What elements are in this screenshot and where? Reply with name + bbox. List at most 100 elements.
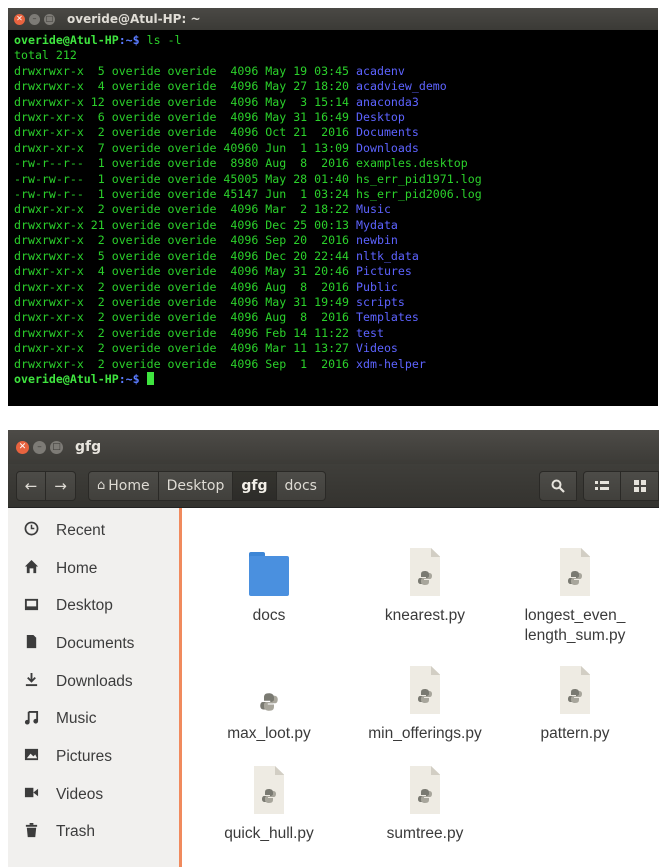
listing-entry-name: test xyxy=(356,325,384,340)
sidebar-item-downloads[interactable]: Downloads xyxy=(8,663,179,701)
listing-entry-name: Mydata xyxy=(356,217,398,232)
listing-meta: drwxr-xr-x 2 overide overide 4096 Aug 8 … xyxy=(14,310,357,325)
grid-view-button[interactable] xyxy=(621,470,659,501)
listing-meta: -rw-r--r-- 1 overide overide 8980 Aug 8 … xyxy=(14,156,357,171)
listing-row: drwxr-xr-x 4 overide overide 4096 May 31… xyxy=(14,264,658,279)
sidebar-item-label: Music xyxy=(56,710,97,728)
file-manager-window[interactable]: ✕ – □ gfg ← → ⌂ Home Desktop gfg docs Re… xyxy=(8,430,659,867)
listing-entry-name: nltk_data xyxy=(356,248,419,263)
maximize-icon[interactable]: □ xyxy=(50,440,63,454)
prompt-path: :~$ xyxy=(118,371,140,386)
close-icon[interactable]: ✕ xyxy=(14,13,25,25)
picture-icon xyxy=(20,747,42,766)
listing-entry-name: acadenv xyxy=(356,63,405,78)
document-icon xyxy=(20,634,42,653)
sidebar-item-trash[interactable]: Trash xyxy=(8,814,179,852)
toolbar-right xyxy=(539,470,659,501)
listing-row: drwxr-xr-x 7 overide overide 40960 Jun 1… xyxy=(14,141,658,156)
breadcrumb-desktop[interactable]: Desktop xyxy=(158,470,234,501)
listing-row: drwxr-xr-x 2 overide overide 4096 Mar 11… xyxy=(14,341,658,356)
close-icon[interactable]: ✕ xyxy=(16,440,29,454)
search-icon xyxy=(551,479,565,493)
file-item-docs[interactable]: docs xyxy=(194,536,344,626)
listing-row: drwxr-xr-x 2 overide overide 4096 Aug 8 … xyxy=(14,280,658,295)
file-name: min_offerings.py xyxy=(368,725,482,742)
sidebar-item-desktop[interactable]: Desktop xyxy=(8,587,179,625)
file-name: knearest.py xyxy=(384,607,466,624)
file-grid: docs knearest.py longest_even_ length_su… xyxy=(182,508,659,867)
desktop-icon xyxy=(20,597,42,616)
forward-button[interactable]: → xyxy=(46,470,76,501)
python-file-icon xyxy=(350,654,500,714)
sidebar-item-pictures[interactable]: Pictures xyxy=(8,738,179,776)
file-name: sumtree.py xyxy=(386,825,464,842)
listing-entry-name: Downloads xyxy=(356,140,419,155)
python-file-icon xyxy=(350,536,500,596)
prompt-user: overide@Atul-HP xyxy=(14,33,119,47)
grid-view-icon xyxy=(633,479,646,492)
listing-row: drwxr-xr-x 2 overide overide 4096 Aug 8 … xyxy=(14,310,658,325)
file-manager-body: Recent Home Desktop Documents Downloads … xyxy=(8,508,659,867)
back-button[interactable]: ← xyxy=(16,470,46,501)
search-button[interactable] xyxy=(539,470,577,501)
listing-meta: drwxrwxr-x 2 overide overide 4096 May 31… xyxy=(14,294,357,309)
sidebar-item-recent[interactable]: Recent xyxy=(8,512,179,550)
cursor xyxy=(146,371,154,385)
terminal-window[interactable]: ✕ – □ overide@Atul-HP: ~ overide@Atul-HP… xyxy=(8,8,658,406)
minimize-icon[interactable]: – xyxy=(33,440,46,454)
breadcrumb-home[interactable]: ⌂ Home xyxy=(88,470,159,501)
file-item-quick-hull[interactable]: quick_hull.py xyxy=(194,754,344,844)
listing-row: drwxr-xr-x 2 overide overide 4096 Mar 2 … xyxy=(14,202,658,217)
toolbar: ← → ⌂ Home Desktop gfg docs xyxy=(8,464,659,508)
listing-meta: drwxr-xr-x 6 overide overide 4096 May 31… xyxy=(14,110,357,125)
sidebar-item-home[interactable]: Home xyxy=(8,550,179,588)
home-icon: ⌂ xyxy=(97,478,106,493)
maximize-icon[interactable]: □ xyxy=(44,13,55,25)
file-item-max-loot[interactable]: max_loot.py xyxy=(194,654,344,744)
python-file-icon xyxy=(194,654,344,714)
file-item-longest-even-length-sum[interactable]: longest_even_ length_sum.py xyxy=(500,536,650,646)
file-item-min-offerings[interactable]: min_offerings.py xyxy=(350,654,500,744)
sidebar-item-music[interactable]: Music xyxy=(8,700,179,738)
prompt-user: overide@Atul-HP xyxy=(14,371,119,386)
terminal-output[interactable]: overide@Atul-HP:~$ ls -l total 212 drwxrwx… xyxy=(8,30,658,387)
minimize-icon[interactable]: – xyxy=(29,13,40,25)
sidebar-item-videos[interactable]: Videos xyxy=(8,776,179,814)
listing-row: drwxrwxr-x 5 overide overide 4096 Dec 20… xyxy=(14,249,658,264)
file-name: pattern.py xyxy=(540,725,610,742)
terminal-titlebar[interactable]: ✕ – □ overide@Atul-HP: ~ xyxy=(8,8,658,30)
listing-row: -rw-r--r-- 1 overide overide 8980 Aug 8 … xyxy=(14,156,658,171)
listing-meta: drwxrwxr-x 2 overide overide 4096 Sep 1 … xyxy=(14,356,357,371)
file-item-sumtree[interactable]: sumtree.py xyxy=(350,754,500,844)
download-icon xyxy=(20,672,42,691)
listing-meta: drwxrwxr-x 4 overide overide 4096 May 27… xyxy=(14,79,357,94)
breadcrumb-docs[interactable]: docs xyxy=(276,470,326,501)
breadcrumb-label: gfg xyxy=(241,477,268,494)
listing-meta: -rw-rw-r-- 1 overide overide 45147 Jun 1… xyxy=(14,187,357,202)
video-icon xyxy=(20,785,42,804)
command-line: overide@Atul-HP:~$ ls -l xyxy=(14,33,658,48)
listing-entry-name: Public xyxy=(356,279,398,294)
listing-row: -rw-rw-r-- 1 overide overide 45147 Jun 1… xyxy=(14,187,658,202)
breadcrumb-gfg[interactable]: gfg xyxy=(233,470,277,501)
sidebar-item-label: Pictures xyxy=(56,747,112,765)
file-item-knearest[interactable]: knearest.py xyxy=(350,536,500,626)
file-item-pattern[interactable]: pattern.py xyxy=(500,654,650,744)
clock-icon xyxy=(20,521,42,540)
folder-icon xyxy=(194,536,344,596)
listing-row: -rw-rw-r-- 1 overide overide 45005 May 2… xyxy=(14,172,658,187)
listing-entry-name: hs_err_pid2006.log xyxy=(356,187,482,202)
listing-row: drwxr-xr-x 6 overide overide 4096 May 31… xyxy=(14,110,658,125)
sidebar-item-documents[interactable]: Documents xyxy=(8,625,179,663)
breadcrumb: ⌂ Home Desktop gfg docs xyxy=(88,470,326,501)
sidebar-item-label: Documents xyxy=(56,634,135,652)
listing-entry-name: Desktop xyxy=(356,110,405,125)
listing-entry-name: Videos xyxy=(356,341,398,356)
sidebar: Recent Home Desktop Documents Downloads … xyxy=(8,508,182,867)
list-view-button[interactable] xyxy=(583,470,621,501)
breadcrumb-label: Home xyxy=(108,477,150,494)
listing-entry-name: acadview_demo xyxy=(356,79,447,94)
file-manager-titlebar[interactable]: ✕ – □ gfg xyxy=(8,430,659,464)
listing-row: drwxrwxr-x 21 overide overide 4096 Dec 2… xyxy=(14,218,658,233)
prompt-line[interactable]: overide@Atul-HP:~$ xyxy=(14,371,658,387)
